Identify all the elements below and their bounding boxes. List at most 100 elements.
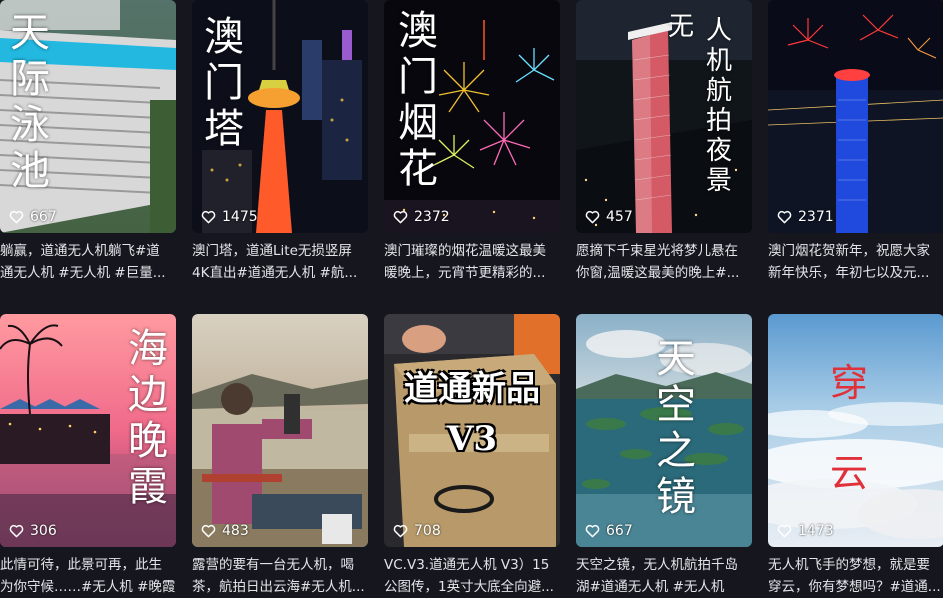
video-title-overlay: 澳 门 塔 bbox=[204, 14, 244, 152]
title-char: 澳 bbox=[398, 8, 438, 54]
video-description[interactable]: 天空之镜，无人机航拍千岛 湖#道通无人机 #无人机 bbox=[576, 554, 752, 598]
video-thumbnail[interactable]: 道通新品 V3 708 bbox=[384, 314, 560, 547]
title-char: 云 bbox=[830, 451, 869, 495]
description-line: 露营的要有一台无人机，喝 bbox=[192, 557, 354, 573]
like-count: 306 bbox=[9, 523, 57, 539]
video-card[interactable]: 澳 门 烟 花 2372 澳门璀璨的烟花温暖这最美 暖晚上，元宵节更精彩的... bbox=[384, 0, 560, 284]
title-char: 烟 bbox=[398, 100, 438, 146]
description-line: 为你守候……#无人机 #晚霞 bbox=[0, 579, 176, 595]
description-line: 澳门烟花贺新年，祝愿大家 bbox=[768, 243, 930, 259]
video-card[interactable]: 道通新品 V3 708 VC.V3.道通无人机 V3）15 公图传，1英寸大底全… bbox=[384, 314, 560, 598]
video-description[interactable]: 澳门烟花贺新年，祝愿大家 新年快乐，年初七以及元... bbox=[768, 240, 943, 284]
title-char: 花 bbox=[398, 146, 438, 192]
title-char: 之 bbox=[656, 428, 696, 474]
video-thumbnail[interactable]: 澳 门 塔 1475 bbox=[192, 0, 368, 233]
video-thumbnail[interactable]: 澳 门 烟 花 2372 bbox=[384, 0, 560, 233]
title-char: 空 bbox=[656, 382, 696, 428]
title-char: 天 bbox=[10, 10, 50, 56]
description-line: 你窗,温暖这最美的晚上#... bbox=[576, 265, 740, 281]
video-thumbnail[interactable]: 天 空 之 镜 667 bbox=[576, 314, 752, 547]
description-line: 公图传，1英寸大底全向避... bbox=[384, 579, 554, 595]
title-line: V3 bbox=[446, 419, 498, 459]
like-count: 667 bbox=[585, 523, 633, 539]
like-count-value: 2371 bbox=[798, 209, 834, 225]
video-title-overlay: 无 bbox=[668, 12, 694, 42]
like-count: 2371 bbox=[777, 209, 834, 225]
like-count: 1473 bbox=[777, 523, 834, 539]
video-card[interactable]: 483 露营的要有一台无人机，喝 茶，航拍日出云海#无人机... bbox=[192, 314, 368, 598]
video-title-overlay: 天 空 之 镜 bbox=[656, 336, 696, 520]
video-thumbnail[interactable]: 2371 bbox=[768, 0, 943, 233]
video-thumbnail[interactable]: 天 际 泳 池 667 bbox=[0, 0, 176, 233]
description-line: 愿摘下千束星光将梦儿悬在 bbox=[576, 243, 738, 259]
heart-icon bbox=[9, 524, 24, 538]
title-char: 镜 bbox=[656, 474, 696, 520]
title-char: 澳 bbox=[204, 14, 244, 60]
video-description[interactable]: 愿摘下千束星光将梦儿悬在 你窗,温暖这最美的晚上#... bbox=[576, 240, 752, 284]
heart-icon bbox=[585, 210, 600, 224]
heart-icon bbox=[201, 524, 216, 538]
video-title-overlay: 澳 门 烟 花 bbox=[398, 8, 438, 192]
like-count-value: 667 bbox=[30, 209, 57, 225]
title-char: 穿 bbox=[830, 361, 869, 405]
video-description[interactable]: 躺赢，道通无人机躺飞#道 通无人机 #无人机 #巨量... bbox=[0, 240, 176, 284]
video-description[interactable]: 露营的要有一台无人机，喝 茶，航拍日出云海#无人机... bbox=[192, 554, 368, 598]
like-count: 2372 bbox=[393, 209, 450, 225]
like-count: 1475 bbox=[201, 209, 258, 225]
like-count-value: 457 bbox=[606, 209, 633, 225]
video-description[interactable]: 此情可待，此景可再，此生 为你守候……#无人机 #晚霞 bbox=[0, 554, 176, 598]
title-char: 边 bbox=[128, 372, 168, 418]
video-description[interactable]: 无人机飞手的梦想，就是要 穿云，你有梦想吗？#道通... bbox=[768, 554, 943, 598]
video-card[interactable]: 穿 云 1473 无人机飞手的梦想，就是要 穿云，你有梦想吗？#道通... bbox=[768, 314, 943, 598]
title-char: 夜 bbox=[706, 136, 733, 166]
video-card[interactable]: 无 人 机 航 拍 夜 景 457 愿摘下千束星光将梦儿悬在 你窗,温暖这最美的… bbox=[576, 0, 752, 284]
video-thumbnail[interactable]: 无 人 机 航 拍 夜 景 457 bbox=[576, 0, 752, 233]
title-char: 晚 bbox=[128, 418, 168, 464]
title-char: 景 bbox=[706, 166, 733, 196]
like-count: 483 bbox=[201, 523, 249, 539]
title-line: 道通新品 bbox=[404, 369, 540, 409]
heart-icon bbox=[777, 210, 792, 224]
like-count-value: 306 bbox=[30, 523, 57, 539]
heart-icon bbox=[585, 524, 600, 538]
like-count-value: 1473 bbox=[798, 523, 834, 539]
like-count: 667 bbox=[9, 209, 57, 225]
video-card[interactable]: 2371 澳门烟花贺新年，祝愿大家 新年快乐，年初七以及元... bbox=[768, 0, 943, 284]
video-card[interactable]: 天 际 泳 池 667 躺赢，道通无人机躺飞#道 通无人机 #无人机 #巨量..… bbox=[0, 0, 176, 284]
title-char: 际 bbox=[10, 56, 50, 102]
video-description[interactable]: 澳门塔，道通Lite无损竖屏 4K直出#道通无人机 #航... bbox=[192, 240, 368, 284]
video-description[interactable]: VC.V3.道通无人机 V3）15 公图传，1英寸大底全向避... bbox=[384, 554, 560, 598]
heart-icon bbox=[777, 524, 792, 538]
description-line: 通无人机 #无人机 #巨量... bbox=[0, 265, 166, 281]
video-grid: 天 际 泳 池 667 躺赢，道通无人机躺飞#道 通无人机 #无人机 #巨量..… bbox=[0, 0, 943, 598]
title-char: 泳 bbox=[10, 102, 50, 148]
description-line: 澳门塔，道通Lite无损竖屏 bbox=[192, 243, 352, 259]
description-line: 暖晚上，元宵节更精彩的... bbox=[384, 265, 546, 281]
description-line: 湖#道通无人机 #无人机 bbox=[576, 579, 725, 595]
description-line: 澳门璀璨的烟花温暖这最美 bbox=[384, 243, 546, 259]
title-char: 天 bbox=[656, 336, 696, 382]
video-title-overlay: 人 机 航 拍 夜 景 bbox=[706, 16, 732, 196]
title-char: 机 bbox=[706, 46, 733, 76]
title-char: 门 bbox=[204, 60, 244, 106]
description-line: 茶，航拍日出云海#无人机... bbox=[192, 579, 365, 595]
video-card[interactable]: 天 空 之 镜 667 天空之镜，无人机航拍千岛 湖#道通无人机 #无人机 bbox=[576, 314, 752, 598]
video-card[interactable]: 澳 门 塔 1475 澳门塔，道通Lite无损竖屏 4K直出#道通无人机 #航.… bbox=[192, 0, 368, 284]
video-title-overlay: 道通新品 V3 bbox=[384, 364, 560, 464]
like-count: 457 bbox=[585, 209, 633, 225]
heart-icon bbox=[393, 524, 408, 538]
video-title-overlay: 穿 云 bbox=[830, 338, 868, 518]
title-char: 池 bbox=[10, 148, 50, 194]
video-title-overlay: 天 际 泳 池 bbox=[10, 10, 50, 194]
description-line: 新年快乐，年初七以及元... bbox=[768, 265, 930, 281]
like-count-value: 483 bbox=[222, 523, 249, 539]
video-thumbnail[interactable]: 483 bbox=[192, 314, 368, 547]
description-line: 穿云，你有梦想吗？#道通... bbox=[768, 579, 941, 595]
video-card[interactable]: 海 边 晚 霞 306 此情可待，此景可再，此生 为你守候……#无人机 #晚霞 bbox=[0, 314, 176, 598]
video-thumbnail[interactable]: 穿 云 1473 bbox=[768, 314, 943, 547]
video-description[interactable]: 澳门璀璨的烟花温暖这最美 暖晚上，元宵节更精彩的... bbox=[384, 240, 560, 284]
description-line: 此情可待，此景可再，此生 bbox=[0, 557, 162, 573]
description-line: 无人机飞手的梦想，就是要 bbox=[768, 557, 930, 573]
video-thumbnail[interactable]: 海 边 晚 霞 306 bbox=[0, 314, 176, 547]
like-count-value: 667 bbox=[606, 523, 633, 539]
